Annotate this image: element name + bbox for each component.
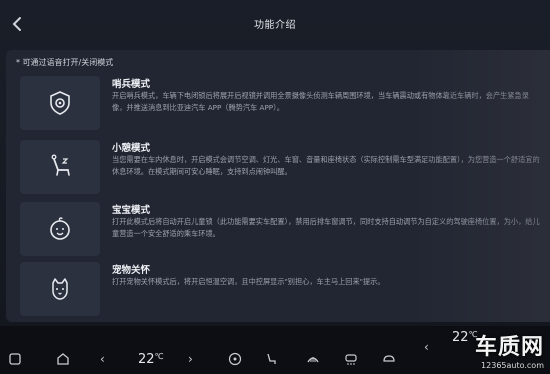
mode-card-baby[interactable]: 宝宝模式 打开此模式后将自动开启儿童锁（此功能需要实车配置），禁用后排车窗调节，… (14, 202, 540, 260)
baby-face-icon (50, 217, 70, 240)
mode-description: 打开此模式后将自动开启儿童锁（此功能需要实车配置），禁用后排车窗调节，同时支持自… (112, 217, 540, 238)
voice-control-note: * 可通过语音打开/关闭模式 (16, 58, 114, 67)
mode-card-pet[interactable]: 宠物关怀 打开宠物关怀模式后，将开启恒温空调，且中控屏显示"别担心，车主马上回来… (14, 262, 534, 320)
mode-description: 开启哨兵模式，车辆下电闭锁后将展开后视镜并调用全景摄像头侦测车辆周围环境，当车辆… (112, 91, 529, 112)
mode-name: 宠物关怀 (112, 265, 151, 276)
temp-unit: ℃ (154, 352, 164, 361)
watermark: 车质网 12365auto.com (448, 329, 544, 370)
temp-left-value: 22 (138, 352, 155, 367)
recirculation-icon[interactable] (382, 352, 396, 366)
feature-list-panel: * 可通过语音打开/关闭模式 哨兵模式 开启哨兵模式，车辆下电闭锁后将展开后视镜… (6, 50, 550, 322)
watermark-logo: 车质网 (474, 335, 544, 360)
watermark-url: 12365auto.com (481, 361, 544, 370)
grid-icon[interactable] (8, 352, 22, 366)
mode-card-sentry[interactable]: 哨兵模式 开启哨兵模式，车辆下电闭锁后将展开后视镜并调用全景摄像头侦测车辆周围环… (14, 76, 534, 134)
temp-right-decrease[interactable]: ‹ (424, 340, 429, 354)
pet-dog-icon (52, 278, 68, 300)
temp-left-decrease[interactable]: ‹ (100, 352, 105, 366)
fan-icon[interactable] (228, 352, 242, 366)
temp-left-increase[interactable]: › (188, 352, 193, 366)
mode-name: 小憩模式 (112, 143, 151, 154)
mode-icon-box (20, 76, 100, 130)
mode-name: 哨兵模式 (112, 79, 151, 90)
front-defrost-icon[interactable] (344, 352, 358, 366)
mode-card-nap[interactable]: 小憩模式 当您需要在车内休息时，开启模式会调节空调、灯光、车窗、音量和座椅状态（… (14, 140, 540, 198)
home-icon[interactable] (56, 352, 70, 366)
top-bar: 功能介绍 (0, 0, 550, 46)
mode-description: 打开宠物关怀模式后，将开启恒温空调，且中控屏显示"别担心，车主马上回来"提示。 (112, 277, 385, 286)
rear-defrost-icon[interactable] (306, 352, 320, 366)
mode-description: 当您需要在车内休息时，开启模式会调节空调、灯光、车窗、音量和座椅状态（实际控制需… (112, 155, 540, 176)
screen: 功能介绍 * 可通过语音打开/关闭模式 哨兵模式 开启哨兵模式，车辆下电闭锁后将… (0, 0, 550, 374)
page-title: 功能介绍 (254, 20, 296, 31)
mode-icon-box (20, 140, 100, 194)
sentry-camera-icon (50, 91, 70, 115)
temp-left-readout: 22℃ (138, 352, 164, 367)
mode-name: 宝宝模式 (112, 205, 151, 216)
seat-heat-icon[interactable] (264, 352, 278, 366)
recline-seat-icon (51, 154, 70, 176)
mode-icon-box (20, 202, 100, 256)
mode-icon-box (20, 262, 100, 316)
